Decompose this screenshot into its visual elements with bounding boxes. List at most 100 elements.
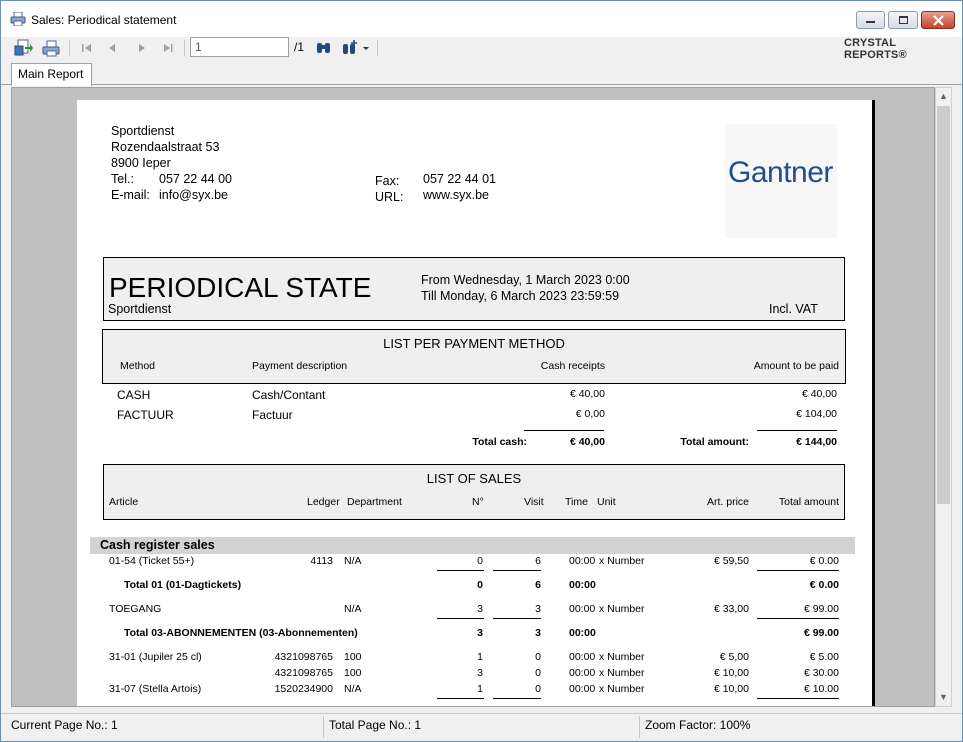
minimize-button[interactable] xyxy=(856,11,885,29)
binoculars-search-icon[interactable] xyxy=(314,39,334,57)
current-page-status: Current Page No.: 1 xyxy=(11,718,118,732)
url-value: www.syx.be xyxy=(423,188,489,202)
sale-unit: x Number xyxy=(599,555,645,567)
col-visit: Visit xyxy=(524,496,544,508)
sale-total: € 30.00 xyxy=(803,667,839,679)
col-ledger: Ledger xyxy=(307,496,340,508)
total-cash-label: Total cash: xyxy=(472,436,527,448)
sale-department: 100 xyxy=(344,651,362,663)
minimize-icon xyxy=(866,21,875,23)
sale-department: N/A xyxy=(344,555,362,567)
chevron-down-icon[interactable] xyxy=(361,39,371,57)
subtotal-rule xyxy=(437,698,484,699)
vertical-scrollbar[interactable]: ▲ ▼ xyxy=(935,87,952,707)
tab-main-report[interactable]: Main Report xyxy=(11,63,92,86)
sale-ledger: 4113 xyxy=(310,555,333,567)
last-page-icon[interactable] xyxy=(158,39,178,57)
payment-method: CASH xyxy=(117,388,151,402)
sale-article: 31-07 (Stella Artois) xyxy=(109,683,202,695)
sale-department: 100 xyxy=(344,667,362,679)
status-divider xyxy=(323,716,324,738)
col-total-amount: Total amount xyxy=(778,496,839,508)
print-icon[interactable] xyxy=(41,39,61,57)
subtotal-visit: 3 xyxy=(535,627,541,639)
url-label: URL: xyxy=(375,190,404,204)
sale-time: 00:00 xyxy=(569,651,596,663)
export-icon[interactable] xyxy=(13,39,33,57)
fax-label: Fax: xyxy=(375,174,400,188)
subtotal-rule xyxy=(493,570,541,571)
page-total-label: /1 xyxy=(294,40,305,54)
close-button[interactable] xyxy=(921,11,955,29)
toolbar-separator xyxy=(377,40,378,56)
report-subtitle: Sportdienst xyxy=(108,302,172,316)
payment-amount: € 40,00 xyxy=(801,388,837,400)
subtotal-number: 0 xyxy=(477,579,483,591)
email-label: E-mail: xyxy=(111,188,150,202)
payment-method: FACTUUR xyxy=(117,408,174,422)
total-cash-rule xyxy=(524,430,604,431)
col-amount-to-pay: Amount to be paid xyxy=(753,360,839,372)
subtotal-number: 3 xyxy=(477,627,483,639)
zoom-icon[interactable] xyxy=(341,39,361,57)
restore-icon xyxy=(899,16,908,24)
sale-number: 1 xyxy=(477,651,483,663)
sale-number: 3 xyxy=(477,603,483,615)
toolbar-separator xyxy=(69,40,70,56)
sale-number: 1 xyxy=(477,683,483,695)
sale-article: 31-01 (Jupiler 25 cl) xyxy=(109,651,202,663)
first-page-icon[interactable] xyxy=(77,39,97,57)
col-time: Time xyxy=(565,496,588,508)
zoom-status: Zoom Factor: 100% xyxy=(645,718,751,732)
sale-price: € 5,00 xyxy=(719,651,749,663)
sale-price: € 10,00 xyxy=(713,683,749,695)
sale-ledger: 1520234900 xyxy=(274,683,333,695)
close-icon xyxy=(933,15,944,26)
sale-price: € 59,50 xyxy=(713,555,749,567)
report-viewport[interactable]: Sportdienst Rozendaalstraat 53 8900 Iepe… xyxy=(11,87,935,707)
toolbar-separator xyxy=(184,40,185,56)
subtotal-time: 00:00 xyxy=(569,627,596,639)
sale-time: 00:00 xyxy=(569,667,596,679)
scroll-thumb[interactable] xyxy=(937,106,950,504)
report-window: Sales: Periodical statement 1 /1 CRYSTAL… xyxy=(0,0,963,742)
subtotal-label: Total 03-ABONNEMENTEN (03-Abonnementen) xyxy=(124,627,358,639)
subtotal-label: Total 01 (01-Dagtickets) xyxy=(124,579,242,591)
title-bar: Sales: Periodical statement xyxy=(1,1,962,37)
report-tabs: Main Report xyxy=(1,61,962,86)
status-divider xyxy=(639,716,640,738)
subtotal-visit: 6 xyxy=(535,579,541,591)
next-page-icon[interactable] xyxy=(131,39,151,57)
status-bar: Current Page No.: 1 Total Page No.: 1 Zo… xyxy=(1,713,962,741)
section-cash-register-sales: Cash register sales xyxy=(90,537,855,554)
subtotal-rule xyxy=(757,618,839,619)
sale-time: 00:00 xyxy=(569,683,596,695)
total-amount-value: € 144,00 xyxy=(796,436,837,448)
sale-department: N/A xyxy=(344,603,362,615)
sale-article: TOEGANG xyxy=(109,603,162,615)
subtotal-rule xyxy=(757,698,839,699)
subtotal-rule xyxy=(493,698,541,699)
col-method: Method xyxy=(120,360,156,372)
subtotal-rule xyxy=(757,570,839,571)
sale-time: 00:00 xyxy=(569,603,596,615)
scroll-down-icon[interactable]: ▼ xyxy=(936,689,951,706)
col-article: Article xyxy=(109,496,139,508)
col-payment-desc: Payment description xyxy=(252,360,348,372)
gantner-logo: Gantner xyxy=(725,124,837,238)
sale-visit: 6 xyxy=(535,555,541,567)
scroll-up-icon[interactable]: ▲ xyxy=(936,88,951,105)
col-department: Department xyxy=(347,496,402,508)
sale-total: € 0.00 xyxy=(809,555,839,567)
subtotal-total: € 0.00 xyxy=(809,579,839,591)
payment-heading: LIST PER PAYMENT METHOD xyxy=(383,336,565,351)
sale-unit: x Number xyxy=(599,603,645,615)
total-amount-label: Total amount: xyxy=(680,436,749,448)
sale-total: € 10.00 xyxy=(803,683,839,695)
page-number-input[interactable]: 1 xyxy=(190,37,289,57)
tel-label: Tel.: xyxy=(111,172,134,186)
previous-page-icon[interactable] xyxy=(103,39,123,57)
total-page-status: Total Page No.: 1 xyxy=(329,718,422,732)
report-page: Sportdienst Rozendaalstraat 53 8900 Iepe… xyxy=(77,100,872,706)
maximize-button[interactable] xyxy=(888,11,918,29)
